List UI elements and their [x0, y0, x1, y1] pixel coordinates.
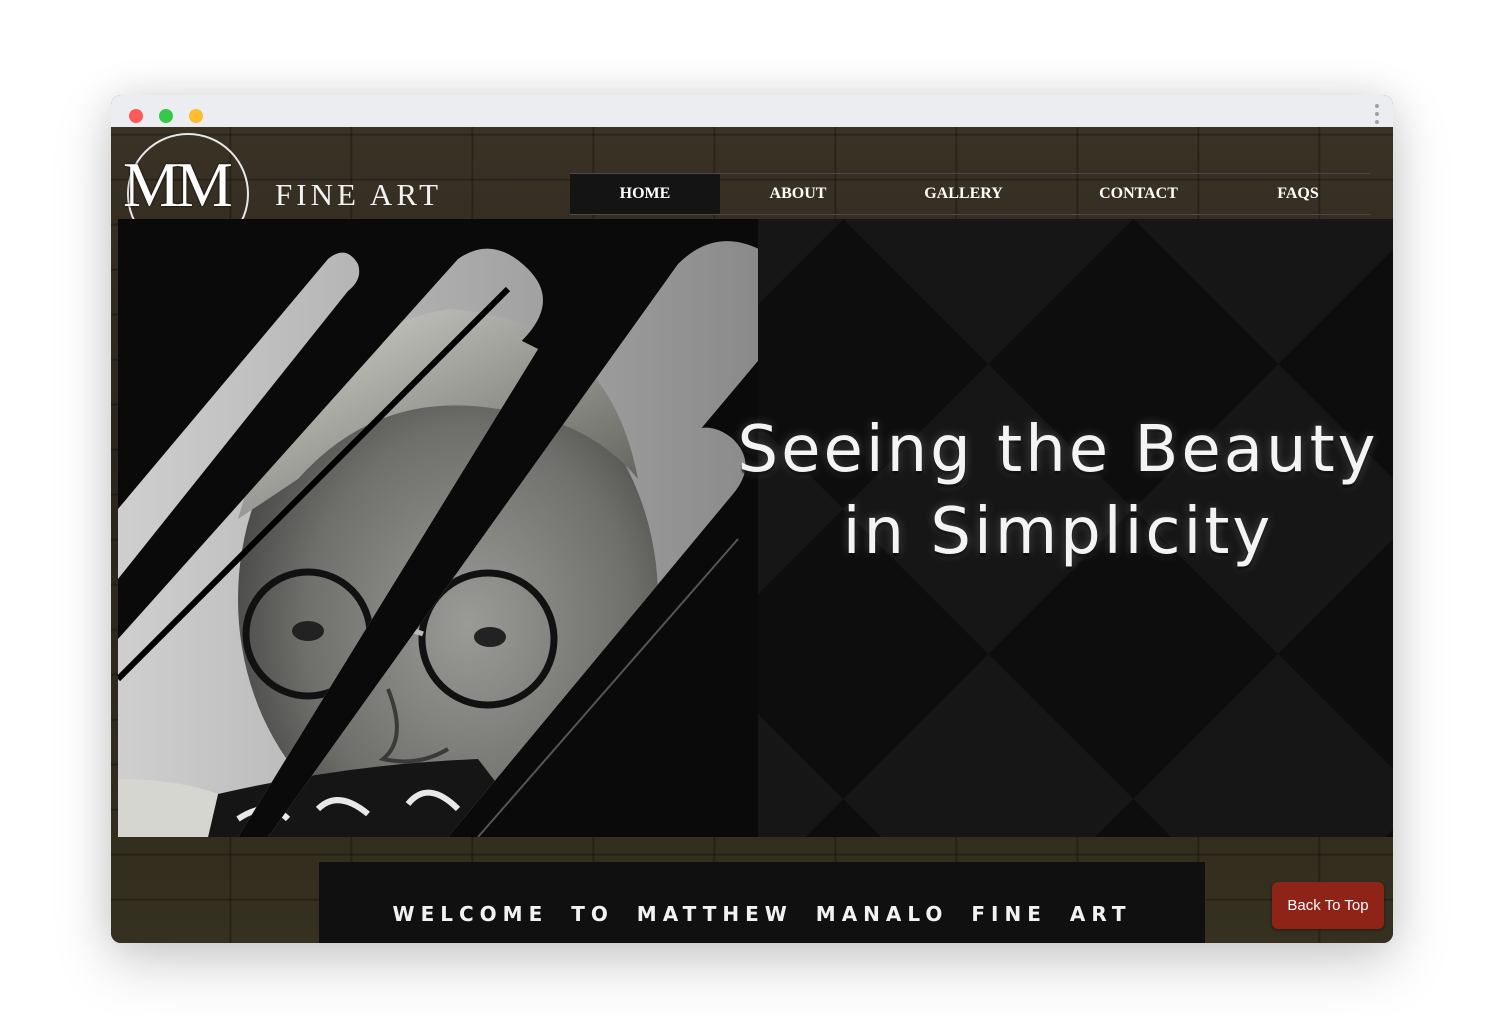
back-to-top-button[interactable]: Back To Top	[1272, 882, 1384, 929]
nav-faqs[interactable]: FAQS	[1226, 174, 1370, 214]
nav-about[interactable]: ABOUT	[720, 174, 876, 214]
hero-tagline-line1: Seeing the Beauty	[737, 413, 1379, 487]
hero-banner: Seeing the Beauty in Simplicity	[118, 219, 1393, 837]
hero-tagline-line2: in Simplicity	[842, 495, 1274, 569]
nav-gallery[interactable]: GALLERY	[876, 174, 1051, 214]
close-window-button[interactable]	[129, 109, 143, 123]
welcome-banner: WELCOME TO MATTHEW MANALO FINE ART	[319, 862, 1205, 943]
nav-home[interactable]: HOME	[570, 174, 720, 214]
browser-window: MM FINE ART HOME ABOUT GALLERY CONTACT F…	[111, 95, 1393, 943]
window-titlebar	[111, 95, 1393, 128]
minimize-window-button[interactable]	[189, 109, 203, 123]
maximize-window-button[interactable]	[159, 109, 173, 123]
logo-text: FINE ART	[275, 177, 443, 212]
logo-monogram: MM	[123, 149, 233, 220]
web-page: MM FINE ART HOME ABOUT GALLERY CONTACT F…	[111, 127, 1393, 943]
welcome-heading: WELCOME TO MATTHEW MANALO FINE ART	[392, 902, 1132, 926]
hero-photo	[118, 219, 758, 837]
nav-contact[interactable]: CONTACT	[1051, 174, 1226, 214]
kebab-menu-icon[interactable]	[1375, 104, 1379, 124]
main-nav: HOME ABOUT GALLERY CONTACT FAQS	[570, 173, 1370, 215]
hero-tagline: Seeing the Beauty in Simplicity	[718, 409, 1393, 573]
